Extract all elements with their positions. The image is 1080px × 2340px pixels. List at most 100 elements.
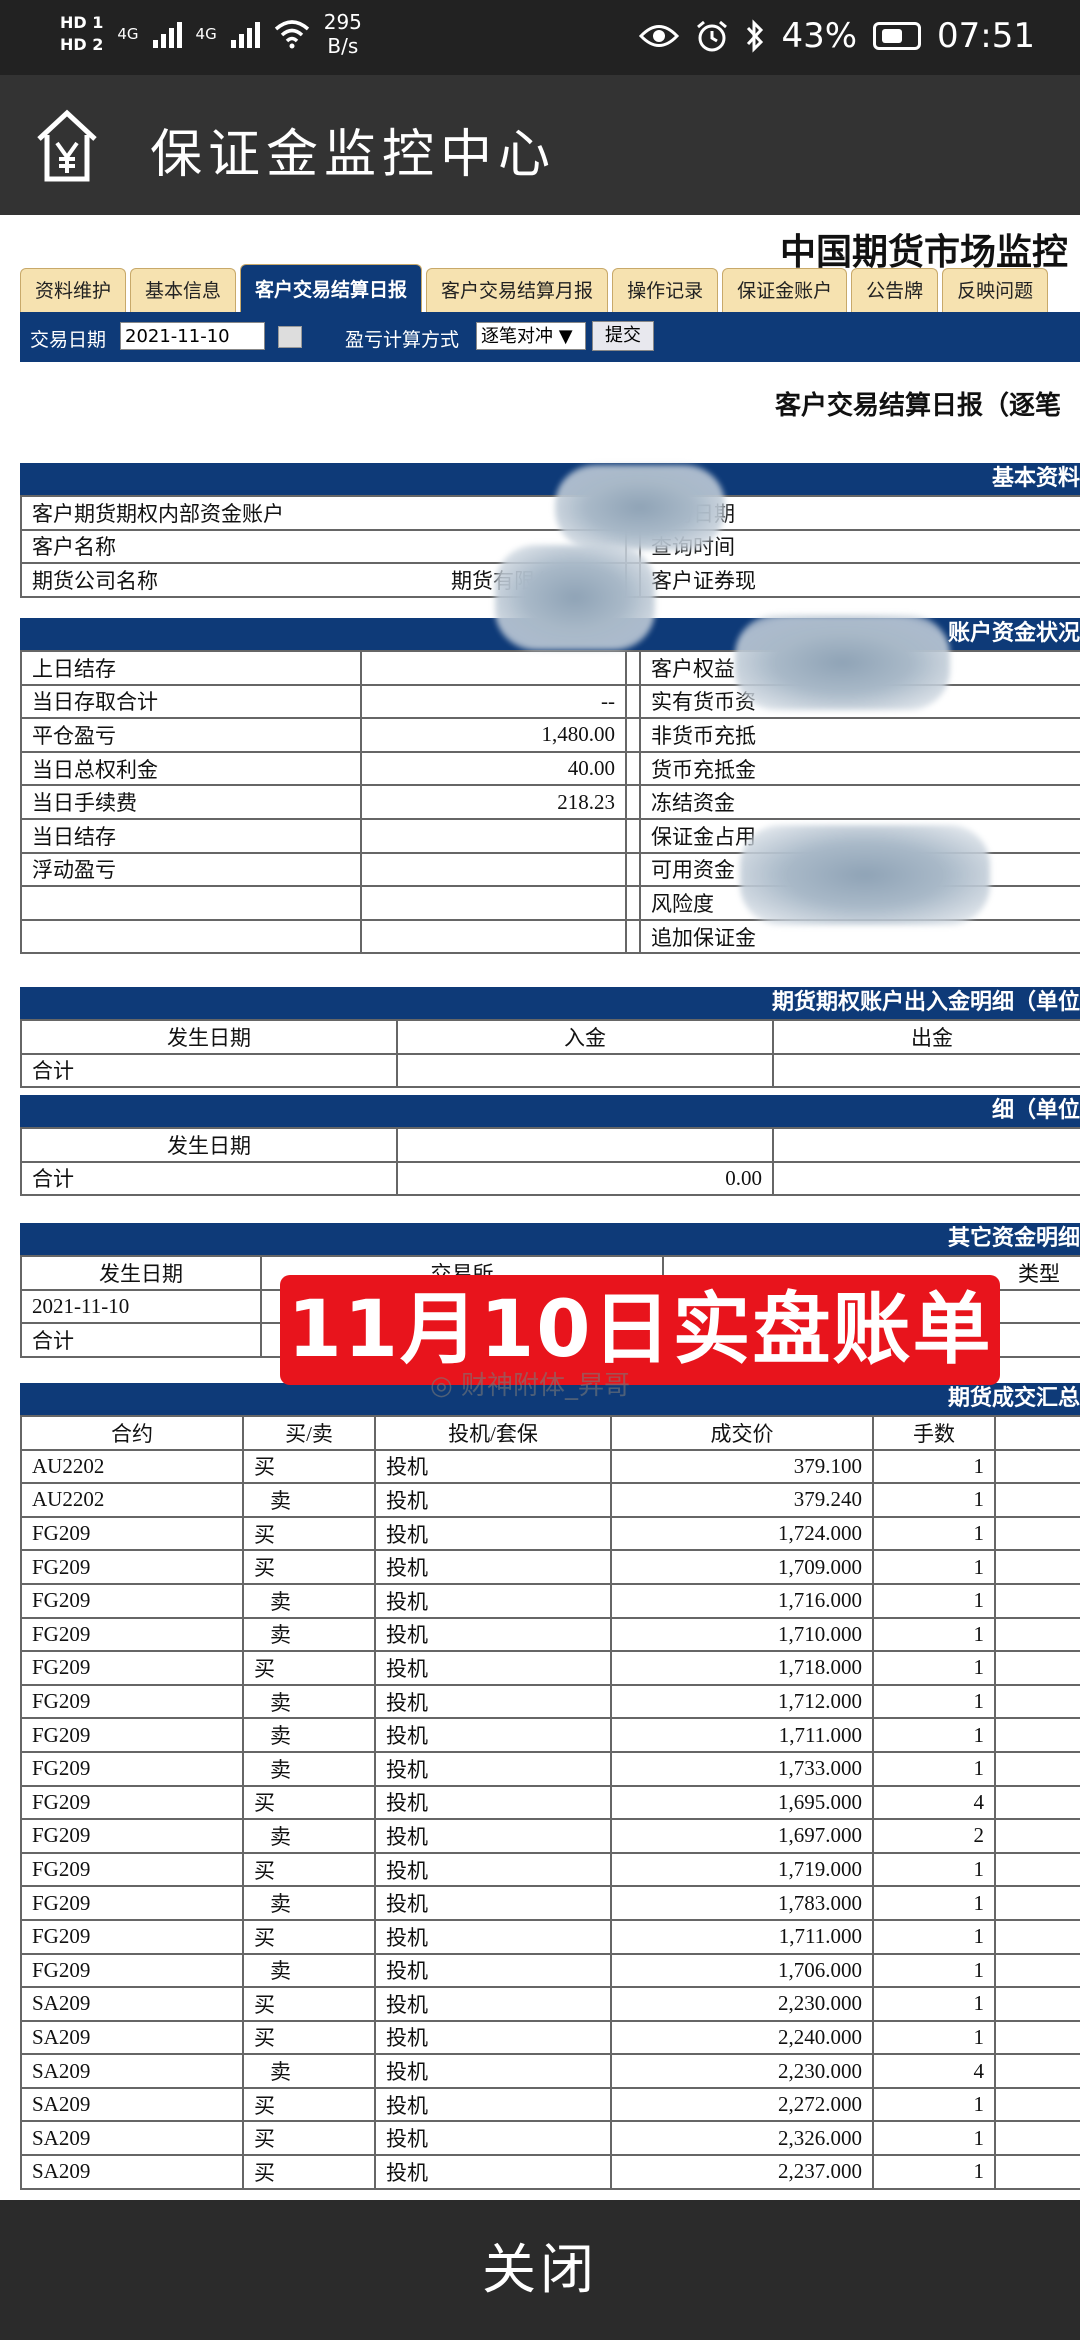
cell-qty: 1: [872, 1986, 996, 2022]
cell-price: 379.100: [610, 1448, 874, 1485]
cell-price: 2,237.000: [610, 2154, 874, 2190]
tab-basic-info[interactable]: 基本信息: [130, 268, 237, 312]
second-detail-section: 细（单位 发生日期 合计 0.00: [20, 1095, 1080, 1197]
table-row: 合约 买/卖 投机/套保 成交价 手数: [20, 1415, 1080, 1451]
table-row: SA209 买投机 2,326.000 1: [20, 2120, 1080, 2157]
cell-contract: SA209: [20, 2053, 244, 2089]
table-row: FG209 买投机 1,724.000 1: [20, 1515, 1080, 1552]
status-right: 非货币充抵: [639, 717, 1080, 753]
table-row: 平仓盈亏 1,480.00 非货币充抵: [20, 717, 1080, 753]
wifi-icon: [274, 20, 309, 49]
alarm-icon: [697, 20, 728, 52]
tab-margin-account[interactable]: 保证金账户: [722, 268, 848, 312]
cell-empty: [994, 2053, 1080, 2089]
status-label: 当日存取合计: [20, 683, 362, 720]
cell-side: 卖: [242, 1818, 376, 1854]
table-row: SA209 卖投机 2,230.000 4: [20, 2053, 1080, 2089]
status-bar: HD 1 HD 2 4G 4G 295 B/s 43% 07:51: [0, 0, 1080, 75]
other-funds-title: 其它资金明细: [20, 1223, 1080, 1255]
table-row: 当日总权利金 40.00 货币充抵金: [20, 750, 1080, 787]
total-value: 0.00: [396, 1160, 774, 1197]
app-bar: 保证金监控中心: [0, 75, 1080, 215]
table-row: FG209 卖投机 1,712.000 1: [20, 1683, 1080, 1720]
cell-empty: [994, 1549, 1080, 1585]
pnl-method-select[interactable]: 逐笔对冲 ▼: [476, 322, 586, 350]
cell-side: 卖: [242, 1482, 376, 1518]
watermark: ◎ 财神附体_昇哥: [430, 1365, 630, 1402]
tab-feedback[interactable]: 反映问题: [942, 268, 1049, 312]
inout-title: 期货期权账户出入金明细（单位: [20, 987, 1080, 1019]
report-title: 客户交易结算日报（逐笔: [775, 391, 1062, 421]
cell-empty: [994, 1750, 1080, 1787]
tab-bulletin[interactable]: 公告牌: [851, 268, 939, 312]
tab-daily-report[interactable]: 客户交易结算日报: [240, 264, 423, 312]
table-row: SA209 买投机 2,272.000 1: [20, 2086, 1080, 2123]
cell-side: 买: [242, 2086, 376, 2123]
table-row: SA209 买投机 2,230.000 1: [20, 1986, 1080, 2022]
submit-button[interactable]: 提交: [592, 321, 654, 351]
cell-side: 卖: [242, 2053, 376, 2089]
cell-type: 投机: [374, 1851, 612, 1888]
status-value: 40.00: [360, 750, 627, 787]
trades-body: AU2202 买投机 379.100 1 AU2202 卖投机 379.240 1 FG209 买…: [20, 1448, 1080, 2190]
table-row: FG209 买投机 1,719.000 1: [20, 1851, 1080, 1888]
cell-type: 投机: [374, 1885, 612, 1921]
title-banner: 11月10日实盘账单: [280, 1275, 1000, 1385]
col-header: 发生日期: [20, 1127, 398, 1163]
cell-price: 1,718.000: [610, 1650, 874, 1686]
cell-side: 卖: [242, 1717, 376, 1753]
status-value: [360, 918, 627, 955]
table-row: AU2202 买投机 379.100 1: [20, 1448, 1080, 1485]
trades-table: 合约 买/卖 投机/套保 成交价 手数 AU2202 买投机 379.100 1 AU2…: [20, 1415, 1080, 2190]
status-right: 冻结资金: [639, 784, 1080, 820]
net-speed: 295 B/s: [324, 10, 362, 58]
cell-empty: [994, 1582, 1080, 1619]
cell-price: 1,716.000: [610, 1582, 874, 1619]
close-button[interactable]: 关闭: [0, 2200, 1080, 2340]
home-yuan-icon[interactable]: [35, 105, 99, 185]
tab-operation-log[interactable]: 操作记录: [612, 268, 719, 312]
cell-type: 投机: [374, 2019, 612, 2056]
cell-price: 1,695.000: [610, 1784, 874, 1821]
table-row: SA209 买投机 2,240.000 1: [20, 2019, 1080, 2056]
net-speed-value: 295: [323, 10, 362, 34]
cell-qty: 1: [872, 1885, 996, 1921]
status-label: 浮动盈亏: [20, 851, 362, 888]
col-header: 买/卖: [242, 1415, 376, 1451]
cell-contract: FG209: [20, 1750, 244, 1787]
signal-icon-2: [230, 20, 260, 48]
date-input[interactable]: 2021-11-10: [120, 322, 265, 350]
cell-empty: [994, 1885, 1080, 1921]
cell-side: 买: [242, 1650, 376, 1686]
cell-empty: [994, 1515, 1080, 1552]
cell-price: 2,240.000: [610, 2019, 874, 2056]
query-toolbar: 交易日期 2021-11-10 盈亏计算方式 逐笔对冲 ▼ 提交: [20, 312, 1080, 362]
sim-badges: HD 1 HD 2: [60, 12, 103, 56]
col-header: 入金: [396, 1019, 774, 1055]
status-label: [20, 885, 362, 921]
tab-data-maintenance[interactable]: 资料维护: [20, 268, 127, 312]
report-page: 中国期货市场监控 资料维护 基本信息 客户交易结算日报 客户交易结算月报 操作记…: [5, 215, 1080, 2200]
cell-type: 投机: [374, 1784, 612, 1821]
col-header: 投机/套保: [374, 1415, 612, 1451]
cell-empty: [994, 1784, 1080, 1821]
cell-side: 买: [242, 1986, 376, 2022]
tab-monthly-report[interactable]: 客户交易结算月报: [426, 268, 609, 312]
cell-empty: [994, 2154, 1080, 2190]
cell-contract: FG209: [20, 1818, 244, 1854]
cell-price: 1,711.000: [610, 1918, 874, 1955]
cell-empty: [994, 1683, 1080, 1720]
cell-qty: 1: [872, 1851, 996, 1888]
col-header: 发生日期: [20, 1255, 262, 1291]
status-right: 货币充抵金: [639, 750, 1080, 787]
cell-contract: SA209: [20, 2154, 244, 2190]
cell-type: 投机: [374, 2086, 612, 2123]
cell-qty: 1: [872, 1918, 996, 1955]
status-value: 1,480.00: [360, 717, 627, 753]
cell-type: 投机: [374, 1549, 612, 1585]
inout-table: 发生日期 入金 出金 合计: [20, 1019, 1080, 1089]
webview[interactable]: 中国期货市场监控 资料维护 基本信息 客户交易结算日报 客户交易结算月报 操作记…: [0, 215, 1080, 2200]
calendar-icon[interactable]: [278, 326, 302, 348]
cell-side: 买: [242, 1918, 376, 1955]
cell-side: 卖: [242, 1750, 376, 1787]
